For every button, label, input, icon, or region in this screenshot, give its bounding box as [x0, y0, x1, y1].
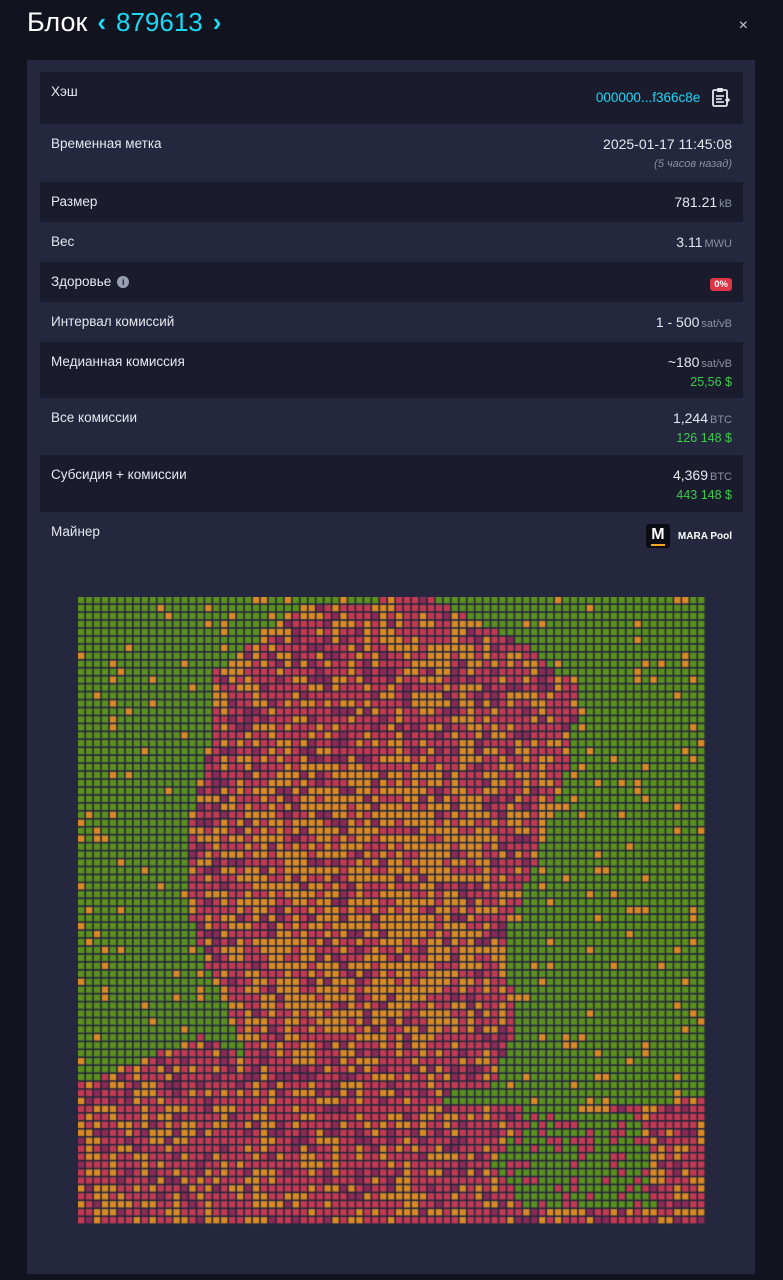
info-icon[interactable]: i: [117, 275, 130, 288]
subsidy-fees-usd: 443 148 $: [676, 488, 732, 502]
timestamp-value: 2025-01-17 11:45:08: [603, 136, 732, 152]
weight-label: Вес: [51, 234, 75, 249]
timestamp-row: Временная метка 2025-01-17 11:45:08 (5 ч…: [40, 124, 743, 182]
miner-label: Майнер: [51, 524, 100, 539]
timestamp-ago: (5 часов назад): [654, 158, 732, 170]
fee-span-row: Интервал комиссий 1 - 500 sat/vB: [40, 302, 743, 342]
hash-link[interactable]: 000000...f366c8e: [596, 90, 700, 105]
weight-row: Вес 3.11 MWU: [40, 222, 743, 262]
subsidy-fees-value: 4,369: [672, 467, 708, 483]
size-label: Размер: [51, 194, 98, 209]
details-table: Хэш 000000...f366c8e Временная метка 202…: [40, 72, 743, 564]
weight-unit: MWU: [704, 238, 733, 250]
hash-label: Хэш: [51, 84, 78, 99]
total-fees-value: 1,244: [672, 410, 708, 426]
fee-span-label: Интервал комиссий: [51, 314, 175, 329]
weight-value: 3.11: [676, 234, 703, 250]
size-row: Размер 781.21 kB: [40, 182, 743, 222]
miner-name: MARA Pool: [677, 530, 732, 542]
total-fees-unit: BTC: [710, 414, 732, 426]
total-fees-label: Все комиссии: [51, 410, 137, 425]
previous-block-icon[interactable]: ‹: [97, 9, 106, 35]
median-fee-unit: sat/vB: [701, 358, 732, 370]
hash-row: Хэш 000000...f366c8e: [40, 72, 743, 124]
total-fees-row: Все комиссии 1,244 BTC 126 148 $: [40, 398, 743, 455]
median-fee-row: Медианная комиссия ~180 sat/vB 25,56 $: [40, 342, 743, 398]
median-fee-usd: 25,56 $: [690, 375, 732, 389]
fee-span-unit: sat/vB: [701, 318, 732, 330]
page-title: Блок: [27, 6, 88, 37]
block-header: Блок ‹ 879613 ›: [27, 4, 221, 40]
subsidy-fees-label: Субсидия + комиссии: [51, 467, 187, 482]
next-block-icon[interactable]: ›: [213, 9, 222, 35]
miner-row: Майнер M MARA Pool: [40, 512, 743, 564]
median-fee-label: Медианная комиссия: [51, 354, 185, 369]
mara-pool-logo: M: [645, 524, 670, 548]
fee-span-value: 1 - 500: [655, 314, 700, 330]
health-row: Здоровье i 0%: [40, 262, 743, 302]
miner-logo-letter: M: [651, 525, 665, 543]
health-badge: 0%: [710, 278, 732, 291]
miner-link[interactable]: M MARA Pool: [645, 512, 732, 548]
size-unit: kB: [719, 198, 732, 210]
size-value: 781.21: [674, 194, 718, 210]
subsidy-fees-row: Субсидия + комиссии 4,369 BTC 443 148 $: [40, 455, 743, 512]
block-details-panel: Хэш 000000...f366c8e Временная метка 202…: [27, 60, 755, 1274]
median-fee-value: ~180: [667, 354, 700, 370]
close-icon[interactable]: ×: [739, 18, 748, 34]
subsidy-fees-unit: BTC: [710, 471, 732, 483]
timestamp-label: Временная метка: [51, 136, 162, 151]
copy-icon[interactable]: [710, 86, 732, 111]
health-label: Здоровье: [51, 274, 112, 289]
total-fees-usd: 126 148 $: [676, 431, 732, 445]
block-height: 879613: [115, 6, 203, 37]
block-transactions-visualization[interactable]: [78, 597, 706, 1227]
